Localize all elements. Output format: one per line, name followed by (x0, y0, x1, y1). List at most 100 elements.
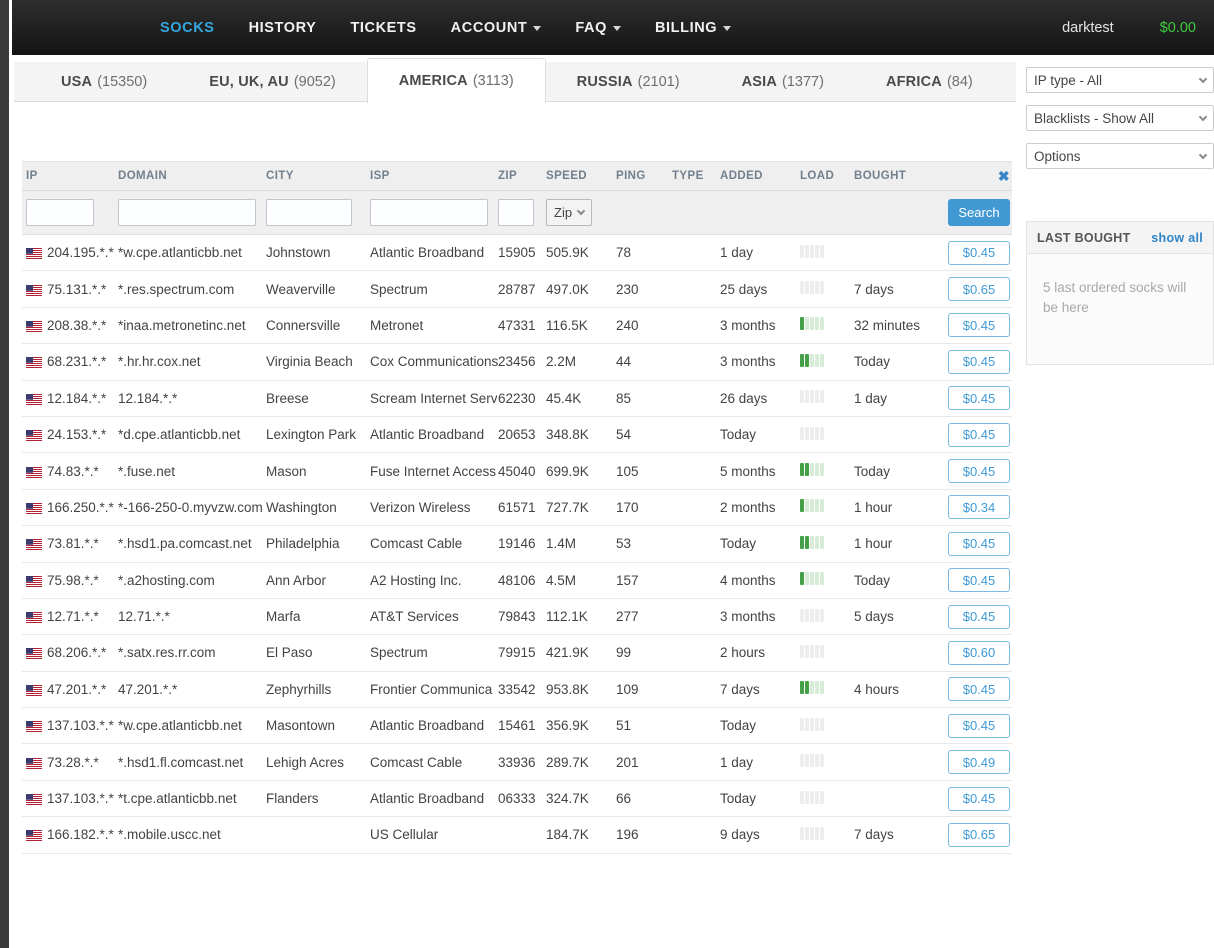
nav-item-faq[interactable]: FAQ (575, 20, 621, 36)
ip-value: 47.201.*.* (47, 682, 106, 697)
zip-mode-select[interactable]: Zip (546, 199, 592, 226)
buy-button[interactable]: $0.45 (948, 459, 1010, 483)
ip-value: 137.103.*.* (47, 718, 114, 733)
nav-item-billing[interactable]: BILLING (655, 20, 731, 36)
zip-filter-input[interactable] (498, 199, 534, 226)
buy-button[interactable]: $0.45 (948, 532, 1010, 556)
load-indicator (800, 754, 824, 767)
domain-value: *inaa.metronetinc.net (118, 318, 266, 333)
socks-row: 68.231.*.* *.hr.hr.cox.net Virginia Beac… (22, 344, 1012, 380)
buy-button[interactable]: $0.45 (948, 714, 1010, 738)
bought-value: Today (854, 464, 944, 479)
buy-button[interactable]: $0.34 (948, 495, 1010, 519)
load-indicator (800, 499, 824, 512)
ip-value: 24.153.*.* (47, 427, 106, 442)
added-value: 5 months (720, 464, 800, 479)
isp-value: Atlantic Broadband (370, 791, 498, 806)
city-filter-input[interactable] (266, 199, 352, 226)
isp-value: Verizon Wireless (370, 500, 498, 515)
tab-america[interactable]: AMERICA (3113) (367, 58, 546, 103)
socks-row: 73.81.*.* *.hsd1.pa.comcast.net Philadel… (22, 526, 1012, 562)
domain-value: *t.cpe.atlanticbb.net (118, 791, 266, 806)
tab-africa[interactable]: AFRICA (84) (855, 62, 1004, 102)
buy-button[interactable]: $0.45 (948, 386, 1010, 410)
balance-link[interactable]: $0.00 (1160, 20, 1196, 36)
added-value: Today (720, 536, 800, 551)
added-value: 1 day (720, 245, 800, 260)
city-value: Mason (266, 464, 370, 479)
domain-filter-input[interactable] (118, 199, 256, 226)
buy-button[interactable]: $0.65 (948, 277, 1010, 301)
tab-eu-uk-au[interactable]: EU, UK, AU (9052) (178, 62, 367, 102)
ping-value: 170 (616, 500, 672, 515)
isp-value: Frontier Communica (370, 682, 498, 697)
nav-item-socks[interactable]: SOCKS (160, 20, 215, 36)
bought-value: 7 days (854, 282, 944, 297)
buy-button[interactable]: $0.45 (948, 241, 1010, 265)
isp-value: Cox Communications (370, 354, 498, 369)
search-button[interactable]: Search (948, 199, 1010, 226)
socks-row: 12.184.*.* 12.184.*.* Breese Scream Inte… (22, 381, 1012, 417)
speed-value: 497.0K (546, 282, 616, 297)
ping-value: 51 (616, 718, 672, 733)
domain-value: *.res.spectrum.com (118, 282, 266, 297)
ping-value: 105 (616, 464, 672, 479)
city-value: Johnstown (266, 245, 370, 260)
zip-value: 15905 (498, 245, 546, 260)
tab-asia[interactable]: ASIA (1377) (711, 62, 855, 102)
ip-type-select[interactable]: IP type - All (1026, 67, 1214, 93)
buy-button[interactable]: $0.45 (948, 787, 1010, 811)
us-flag-icon (26, 320, 42, 331)
buy-button[interactable]: $0.45 (948, 313, 1010, 337)
zip-value: 28787 (498, 282, 546, 297)
added-value: 9 days (720, 827, 800, 842)
username-link[interactable]: darktest (1062, 20, 1114, 36)
col-domain: DOMAIN (118, 170, 266, 182)
tab-russia[interactable]: RUSSIA (2101) (546, 62, 711, 102)
bought-value: 5 days (854, 609, 944, 624)
added-value: Today (720, 791, 800, 806)
buy-button[interactable]: $0.45 (948, 677, 1010, 701)
buy-button[interactable]: $0.60 (948, 641, 1010, 665)
zip-value: 45040 (498, 464, 546, 479)
col-added: ADDED (720, 170, 800, 182)
nav-item-tickets[interactable]: TICKETS (350, 20, 416, 36)
show-all-link[interactable]: show all (1151, 231, 1203, 245)
ping-value: 85 (616, 391, 672, 406)
isp-value: A2 Hosting Inc. (370, 573, 498, 588)
speed-value: 289.7K (546, 755, 616, 770)
buy-button[interactable]: $0.65 (948, 823, 1010, 847)
domain-value: *w.cpe.atlanticbb.net (118, 245, 266, 260)
buy-button[interactable]: $0.45 (948, 423, 1010, 447)
speed-value: 116.5K (546, 318, 616, 333)
load-indicator (800, 572, 824, 585)
buy-button[interactable]: $0.45 (948, 350, 1010, 374)
isp-value: US Cellular (370, 827, 498, 842)
buy-button[interactable]: $0.45 (948, 605, 1010, 629)
us-flag-icon (26, 757, 42, 768)
added-value: Today (720, 427, 800, 442)
bought-value: 32 minutes (854, 318, 944, 333)
close-icon[interactable]: ✖ (998, 168, 1010, 185)
blacklists-select[interactable]: Blacklists - Show All (1026, 105, 1214, 131)
caret-down-icon (723, 26, 731, 31)
table-header: IP DOMAIN CITY ISP ZIP SPEED PING TYPE A… (22, 161, 1012, 191)
us-flag-icon (26, 829, 42, 840)
ip-filter-input[interactable] (26, 199, 94, 226)
us-flag-icon (26, 393, 42, 404)
isp-value: Atlantic Broadband (370, 427, 498, 442)
load-indicator (800, 390, 824, 403)
ip-value: 74.83.*.* (47, 464, 99, 479)
nav-item-account[interactable]: ACCOUNT (451, 20, 542, 36)
bought-value: 4 hours (854, 682, 944, 697)
buy-button[interactable]: $0.45 (948, 568, 1010, 592)
zip-value: 47331 (498, 318, 546, 333)
options-select[interactable]: Options (1026, 143, 1214, 169)
nav-item-history[interactable]: HISTORY (249, 20, 317, 36)
isp-value: Atlantic Broadband (370, 718, 498, 733)
load-indicator (800, 827, 824, 840)
isp-filter-input[interactable] (370, 199, 488, 226)
buy-button[interactable]: $0.49 (948, 750, 1010, 774)
bought-value: 1 hour (854, 500, 944, 515)
tab-usa[interactable]: USA (15350) (30, 62, 178, 102)
